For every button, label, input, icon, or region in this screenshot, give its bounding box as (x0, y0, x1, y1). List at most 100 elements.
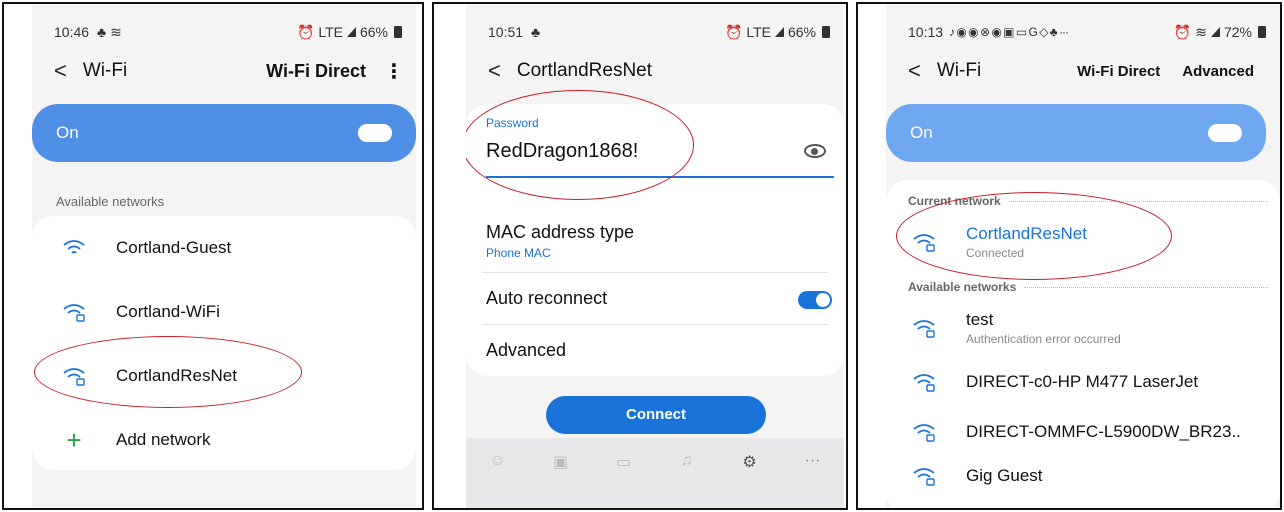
back-icon[interactable]: < (54, 58, 67, 84)
network-list-card: Cortland-Guest Cortland-WiFi CortlandRes… (32, 216, 416, 470)
dotted-divider (1008, 200, 1268, 202)
back-icon[interactable]: < (488, 58, 501, 84)
wifi-lock-icon (62, 366, 86, 386)
back-icon[interactable]: < (908, 58, 921, 84)
signal-icon (346, 27, 356, 37)
status-left-icons: ♣ (531, 24, 541, 40)
battery-text: 72% (1223, 24, 1252, 40)
wifi-lock-icon (912, 422, 936, 442)
gear-icon[interactable]: ⚙ (738, 452, 762, 472)
network-name: Gig Guest (966, 466, 1043, 485)
wifi-switch[interactable] (1208, 124, 1242, 142)
network-item-cortlandresnet[interactable]: CortlandResNet (32, 360, 416, 392)
divider (482, 272, 828, 273)
emoji-icon[interactable]: ☺ (486, 452, 510, 470)
phone-screen: 10:13 ♪ ◉ ◉ ⊗ ◉ ▣ ▭ G ◇ ♣ ··· ⏰ ≋ 72% < … (886, 4, 1280, 508)
dotted-divider (1024, 286, 1268, 288)
auto-reconnect-label: Auto reconnect (486, 288, 608, 308)
current-network-name: CortlandResNet (966, 224, 1087, 243)
wifi-lock-icon (912, 372, 936, 392)
advanced-button[interactable]: Advanced (1182, 63, 1254, 80)
current-network-header: Current network (908, 194, 1268, 208)
status-left-icons: ♪ ◉ ◉ ⊗ ◉ ▣ ▭ G ◇ ♣ ··· (949, 25, 1069, 39)
panel-password-entry: 10:51 ♣ ⏰ LTE 66% < CortlandResNet Passw… (432, 2, 848, 510)
header: < Wi-Fi Wi-Fi Direct ⋮ (54, 56, 404, 86)
connect-button[interactable]: Connect (546, 396, 766, 434)
status-right-icons: ⏰ LTE (297, 23, 343, 40)
available-networks-label: Available networks (908, 280, 1017, 294)
wifi-lock-icon (62, 302, 86, 322)
current-network-label: Current network (908, 194, 1001, 208)
microphone-icon[interactable]: ♫ (675, 452, 699, 470)
show-password-eye-icon[interactable] (804, 144, 826, 158)
network-item-cortland-guest[interactable]: Cortland-Guest (32, 232, 416, 264)
phone-screen: 10:51 ♣ ⏰ LTE 66% < CortlandResNet Passw… (466, 4, 844, 508)
status-bar: 10:46 ♣ ≋ ⏰ LTE 66% (54, 22, 402, 42)
page-title: Wi-Fi (82, 60, 128, 81)
network-item-test[interactable]: test Authentication error occurred (886, 308, 1280, 348)
phone-screen: 10:46 ♣ ≋ ⏰ LTE 66% < Wi-Fi Wi-Fi Direct… (32, 4, 416, 508)
wifi-toggle-bar[interactable]: On (32, 104, 416, 162)
gif-icon[interactable]: ▭ (612, 452, 636, 472)
network-list-card: Current network CortlandResNet Connected… (886, 180, 1280, 508)
battery-icon (1258, 26, 1266, 38)
network-name: CortlandResNet (116, 366, 237, 385)
battery-text: 66% (359, 24, 388, 40)
network-item-direct-hp[interactable]: DIRECT-c0-HP M477 LaserJet (886, 366, 1280, 398)
mac-address-value: Phone MAC (486, 246, 551, 260)
panel-wifi-list: 10:46 ♣ ≋ ⏰ LTE 66% < Wi-Fi Wi-Fi Direct… (2, 2, 424, 510)
network-status: Authentication error occurred (966, 332, 1121, 346)
add-network-label: Add network (116, 430, 211, 449)
status-time: 10:46 (54, 24, 90, 40)
battery-icon (394, 26, 402, 38)
password-underline (486, 176, 834, 178)
keyboard-toolbar: ☺ ▣ ▭ ♫ ⚙ ··· (466, 438, 844, 508)
status-left-icons: ♣ ≋ (97, 23, 122, 40)
divider (482, 324, 828, 325)
section-label: Available networks (56, 194, 165, 209)
signal-icon (1210, 27, 1220, 37)
sticker-icon[interactable]: ▣ (549, 452, 573, 472)
current-network-item[interactable]: CortlandResNet Connected (886, 222, 1280, 262)
mac-address-label[interactable]: MAC address type (486, 222, 634, 243)
wifi-icon (62, 238, 86, 258)
status-bar: 10:13 ♪ ◉ ◉ ⊗ ◉ ▣ ▭ G ◇ ♣ ··· ⏰ ≋ 72% (908, 22, 1266, 42)
wifi-direct-button[interactable]: Wi-Fi Direct (266, 61, 366, 82)
page-title: Wi-Fi (936, 60, 982, 81)
network-name: DIRECT-OMMFC-L5900DW_BR23.. (966, 422, 1241, 441)
header: < CortlandResNet (488, 56, 832, 86)
wifi-toggle-bar[interactable]: On (886, 104, 1266, 162)
network-name: Cortland-WiFi (116, 302, 220, 321)
network-name: test (966, 310, 994, 329)
status-bar: 10:51 ♣ ⏰ LTE 66% (488, 22, 830, 42)
network-item-cortland-wifi[interactable]: Cortland-WiFi (32, 296, 416, 328)
add-network-button[interactable]: + Add network (32, 424, 416, 456)
wifi-direct-button[interactable]: Wi-Fi Direct (1077, 63, 1160, 80)
password-label: Password (486, 116, 539, 130)
page-title: CortlandResNet (516, 60, 653, 81)
auto-reconnect-switch[interactable] (798, 291, 832, 309)
current-network-status: Connected (966, 246, 1025, 260)
signal-icon (774, 27, 784, 37)
status-time: 10:51 (488, 24, 524, 40)
toggle-label: On (910, 123, 933, 142)
wifi-switch[interactable] (358, 124, 392, 142)
header: < Wi-Fi Wi-Fi Direct Advanced (908, 56, 1268, 86)
more-options-icon[interactable]: ⋮ (384, 59, 404, 84)
wifi-lock-icon (912, 232, 936, 252)
password-input[interactable]: RedDragon1868! (486, 140, 638, 163)
plus-icon: + (66, 425, 82, 455)
battery-icon (822, 26, 830, 38)
more-icon[interactable]: ··· (801, 452, 825, 470)
toggle-label: On (56, 123, 79, 142)
network-name: Cortland-Guest (116, 238, 232, 257)
wifi-lock-icon (912, 466, 936, 486)
network-settings-card: Password RedDragon1868! MAC address type… (466, 104, 844, 376)
network-item-gig-guest[interactable]: Gig Guest (886, 460, 1280, 492)
network-item-direct-ommfc[interactable]: DIRECT-OMMFC-L5900DW_BR23.. (886, 416, 1280, 448)
wifi-lock-icon (912, 318, 936, 338)
advanced-option[interactable]: Advanced (486, 340, 566, 361)
panel-connected: 10:13 ♪ ◉ ◉ ⊗ ◉ ▣ ▭ G ◇ ♣ ··· ⏰ ≋ 72% < … (856, 2, 1282, 510)
status-time: 10:13 (908, 24, 944, 40)
network-name: DIRECT-c0-HP M477 LaserJet (966, 372, 1199, 391)
